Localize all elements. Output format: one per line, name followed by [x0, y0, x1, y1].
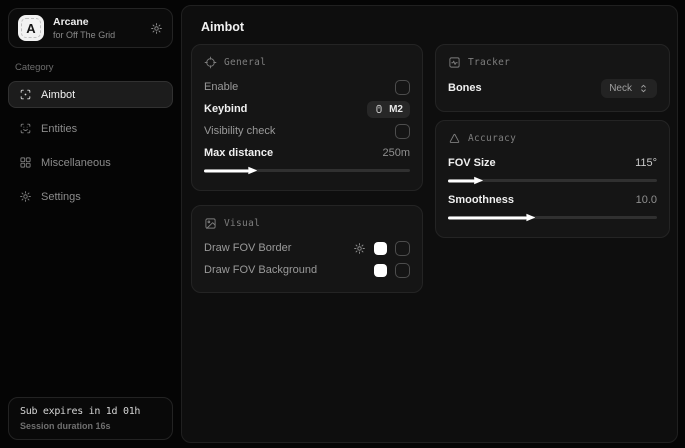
- gear-icon[interactable]: [353, 242, 366, 255]
- sidebar: A Arcane for Off The Grid Category Aimbo…: [0, 0, 181, 448]
- visibility-check-label: Visibility check: [204, 125, 275, 137]
- fov-border-controls: [353, 241, 410, 256]
- sidebar-item-label: Miscellaneous: [41, 157, 111, 169]
- brand-card: A Arcane for Off The Grid: [8, 8, 173, 48]
- keybind-label: Keybind: [204, 103, 247, 115]
- sub-expiry-text: Sub expires in 1d 01h: [20, 406, 161, 417]
- fov-background-checkbox[interactable]: [395, 263, 410, 278]
- bones-label: Bones: [448, 82, 482, 94]
- enable-label: Enable: [204, 81, 238, 93]
- chevrons-up-down-icon: [638, 83, 649, 94]
- left-column: General Enable Keybind: [191, 44, 423, 293]
- tracker-card-title: Tracker: [468, 57, 510, 68]
- enable-row: Enable: [204, 76, 410, 98]
- max-distance-slider[interactable]: [204, 165, 410, 176]
- brand-text: Arcane for Off The Grid: [53, 16, 141, 40]
- gear-icon[interactable]: [150, 22, 163, 35]
- fov-background-controls: [374, 263, 410, 278]
- visual-card-header: Visual: [204, 217, 410, 230]
- fov-size-row: FOV Size 115°: [448, 152, 657, 174]
- fov-size-slider[interactable]: [448, 175, 657, 186]
- fov-size-value: 115°: [635, 157, 657, 169]
- sidebar-item-settings[interactable]: Settings: [8, 183, 173, 210]
- visual-card-title: Visual: [224, 218, 260, 229]
- tracker-card-header: Tracker: [448, 56, 657, 69]
- slider-fill: [204, 169, 249, 172]
- sidebar-item-entities[interactable]: Entities: [8, 115, 173, 142]
- app-name: Arcane: [53, 16, 141, 28]
- bones-selected-value: Neck: [609, 83, 632, 94]
- gear-icon: [19, 190, 32, 203]
- sidebar-item-aimbot[interactable]: Aimbot: [8, 81, 173, 108]
- fov-border-checkbox[interactable]: [395, 241, 410, 256]
- crosshair-scan-icon: [19, 88, 32, 101]
- session-duration-text: Session duration 16s: [20, 421, 161, 431]
- content-area: General Enable Keybind: [182, 44, 677, 293]
- sidebar-item-label: Aimbot: [41, 89, 75, 101]
- page-title: Aimbot: [182, 6, 677, 44]
- fov-border-color-swatch[interactable]: [374, 242, 387, 255]
- smoothness-value: 10.0: [636, 194, 657, 206]
- fov-border-label: Draw FOV Border: [204, 242, 291, 254]
- visibility-check-row: Visibility check: [204, 120, 410, 142]
- visual-card: Visual Draw FOV Border: [191, 205, 423, 293]
- crosshair-icon: [204, 56, 217, 69]
- general-card-title: General: [224, 57, 266, 68]
- mouse-icon: [374, 104, 384, 114]
- accuracy-card-header: Accuracy: [448, 132, 657, 145]
- sidebar-item-miscellaneous[interactable]: Miscellaneous: [8, 149, 173, 176]
- slider-fill: [448, 216, 527, 219]
- visibility-check-checkbox[interactable]: [395, 124, 410, 139]
- fov-background-label: Draw FOV Background: [204, 264, 317, 276]
- bones-select[interactable]: Neck: [601, 79, 657, 98]
- image-icon: [204, 217, 217, 230]
- bones-row: Bones Neck: [448, 76, 657, 100]
- smoothness-label: Smoothness: [448, 194, 514, 206]
- app-subtitle: for Off The Grid: [53, 30, 141, 40]
- scan-face-icon: [19, 122, 32, 135]
- accuracy-card-title: Accuracy: [468, 133, 516, 144]
- app-logo: A: [18, 15, 44, 41]
- subscription-box: Sub expires in 1d 01h Session duration 1…: [8, 397, 173, 440]
- fov-size-label: FOV Size: [448, 157, 496, 169]
- max-distance-value: 250m: [382, 147, 410, 159]
- sidebar-item-label: Entities: [41, 123, 77, 135]
- slider-fill: [448, 179, 475, 182]
- smoothness-slider[interactable]: [448, 212, 657, 223]
- category-menu: Aimbot Entities Miscellaneous: [8, 81, 173, 210]
- fov-background-color-swatch[interactable]: [374, 264, 387, 277]
- activity-icon: [448, 56, 461, 69]
- enable-checkbox[interactable]: [395, 80, 410, 95]
- max-distance-label: Max distance: [204, 147, 273, 159]
- fov-border-row: Draw FOV Border: [204, 237, 410, 259]
- general-card: General Enable Keybind: [191, 44, 423, 191]
- keybind-button[interactable]: M2: [367, 101, 410, 118]
- right-column: Tracker Bones Neck: [435, 44, 670, 293]
- keybind-value: M2: [389, 104, 403, 115]
- max-distance-row: Max distance 250m: [204, 142, 410, 164]
- accuracy-card: Accuracy FOV Size 115° Smoothness 10.0: [435, 120, 670, 238]
- category-label: Category: [15, 62, 166, 73]
- smoothness-row: Smoothness 10.0: [448, 189, 657, 211]
- main-panel: Aimbot General Enable: [181, 5, 678, 443]
- general-card-header: General: [204, 56, 410, 69]
- grid-icon: [19, 156, 32, 169]
- keybind-row: Keybind M2: [204, 98, 410, 120]
- triangle-icon: [448, 132, 461, 145]
- tracker-card: Tracker Bones Neck: [435, 44, 670, 112]
- sidebar-item-label: Settings: [41, 191, 81, 203]
- fov-background-row: Draw FOV Background: [204, 259, 410, 281]
